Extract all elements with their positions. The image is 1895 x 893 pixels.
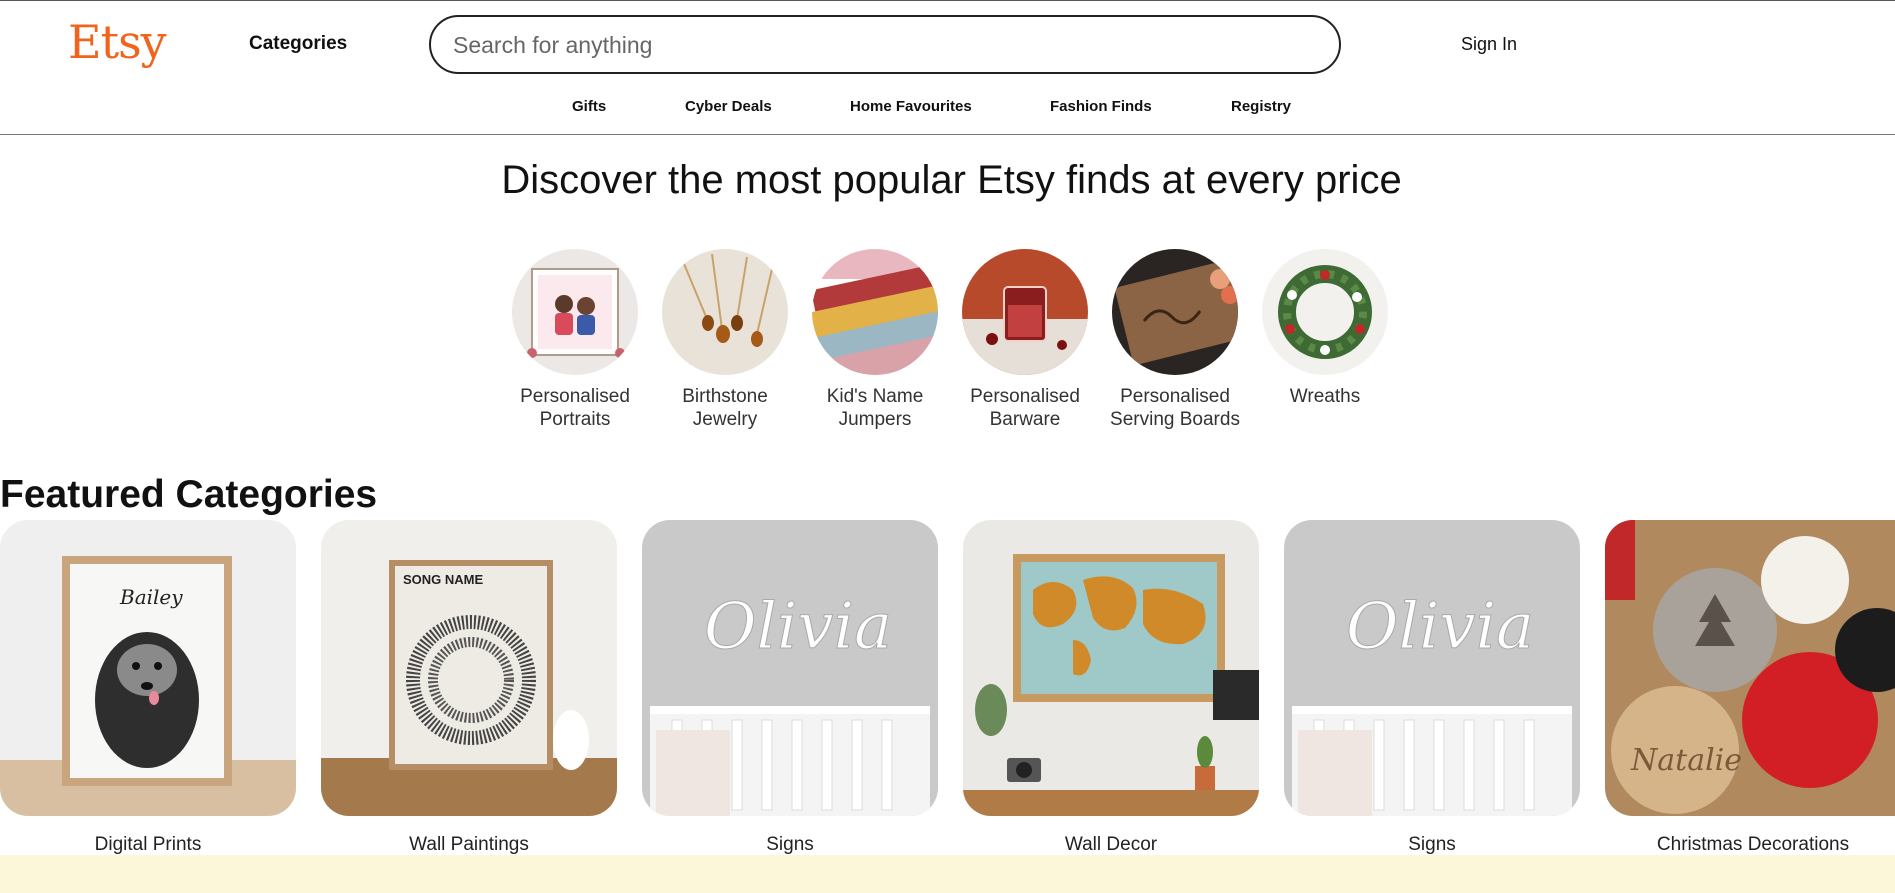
circle-label: Kid's Name Jumpers	[826, 386, 924, 430]
necklace-thumbnail-icon	[662, 249, 788, 375]
world-map-image-icon	[963, 520, 1259, 816]
circle-label: Wreaths	[1289, 386, 1361, 407]
circle-personalised-barware[interactable]: Personalised Barware	[950, 249, 1100, 431]
search-bar[interactable]	[429, 15, 1341, 74]
featured-card-digital-prints[interactable]: Bailey Digital Prints	[0, 520, 296, 855]
featured-card-christmas-decorations[interactable]: Natalie Christmas Decorations	[1605, 520, 1895, 855]
circle-label: Personalised Serving Boards	[1110, 386, 1240, 430]
portrait-thumbnail-icon	[512, 249, 638, 375]
card-label: Digital Prints	[94, 834, 202, 855]
wreath-thumbnail-icon	[1262, 249, 1388, 375]
circle-label: Personalised Portraits	[520, 386, 630, 430]
nav-registry[interactable]: Registry	[1231, 98, 1291, 115]
circle-personalised-serving-boards[interactable]: Personalised Serving Boards	[1100, 249, 1250, 431]
search-input[interactable]	[453, 31, 1313, 59]
song-poster-image-icon: SONG NAME	[321, 520, 617, 816]
nav-gifts[interactable]: Gifts	[572, 98, 606, 115]
circle-label: Personalised Barware	[970, 386, 1080, 430]
card-art-text: Natalie	[1630, 743, 1742, 778]
dog-print-image-icon: Bailey	[0, 520, 296, 816]
site-header: Etsy Categories Sign In Gifts Cyber Deal…	[0, 0, 1895, 135]
featured-card-wall-paintings[interactable]: SONG NAME Wall Paintings	[321, 520, 617, 855]
card-label: Wall Decor	[1064, 834, 1158, 855]
jumper-thumbnail-icon	[812, 249, 938, 375]
board-thumbnail-icon	[1112, 249, 1238, 375]
featured-card-signs-2[interactable]: Olivia Signs	[1284, 520, 1580, 855]
card-label: Christmas Decorations	[1656, 834, 1850, 855]
card-label: Signs	[766, 834, 814, 855]
circle-kids-name-jumpers[interactable]: Kid's Name Jumpers	[800, 249, 950, 431]
circle-birthstone-jewelry[interactable]: Birthstone Jewelry	[650, 249, 800, 431]
ornament-image-icon: Natalie	[1605, 520, 1895, 816]
nav-fashion-finds[interactable]: Fashion Finds	[1050, 98, 1152, 115]
card-label: Signs	[1408, 834, 1456, 855]
card-art-text: SONG NAME	[403, 572, 484, 587]
nav-home-favourites[interactable]: Home Favourites	[850, 98, 972, 115]
card-art-text: Bailey	[119, 585, 183, 609]
featured-categories-heading: Featured Categories	[0, 473, 378, 516]
etsy-logo[interactable]: Etsy	[68, 15, 167, 69]
card-art-text: Olivia	[1346, 590, 1534, 664]
name-sign-image-icon: Olivia	[642, 520, 938, 816]
nav-cyber-deals[interactable]: Cyber Deals	[685, 98, 772, 115]
sign-in-link[interactable]: Sign In	[1461, 34, 1517, 55]
featured-card-signs[interactable]: Olivia Signs	[642, 520, 938, 855]
name-sign-image-icon: Olivia	[1284, 520, 1580, 816]
glass-thumbnail-icon	[962, 249, 1088, 375]
circle-personalised-portraits[interactable]: Personalised Portraits	[500, 249, 650, 431]
circle-label: Birthstone Jewelry	[682, 386, 768, 430]
circle-wreaths[interactable]: Wreaths	[1250, 249, 1400, 408]
top-nav: Gifts Cyber Deals Home Favourites Fashio…	[0, 98, 1895, 118]
card-label: Wall Paintings	[409, 834, 529, 855]
featured-card-wall-decor[interactable]: Wall Decor	[963, 520, 1259, 855]
page-title: Discover the most popular Etsy finds at …	[501, 158, 1402, 202]
card-art-text: Olivia	[704, 590, 892, 664]
promo-band	[0, 855, 1895, 893]
categories-button[interactable]: Categories	[249, 33, 347, 55]
